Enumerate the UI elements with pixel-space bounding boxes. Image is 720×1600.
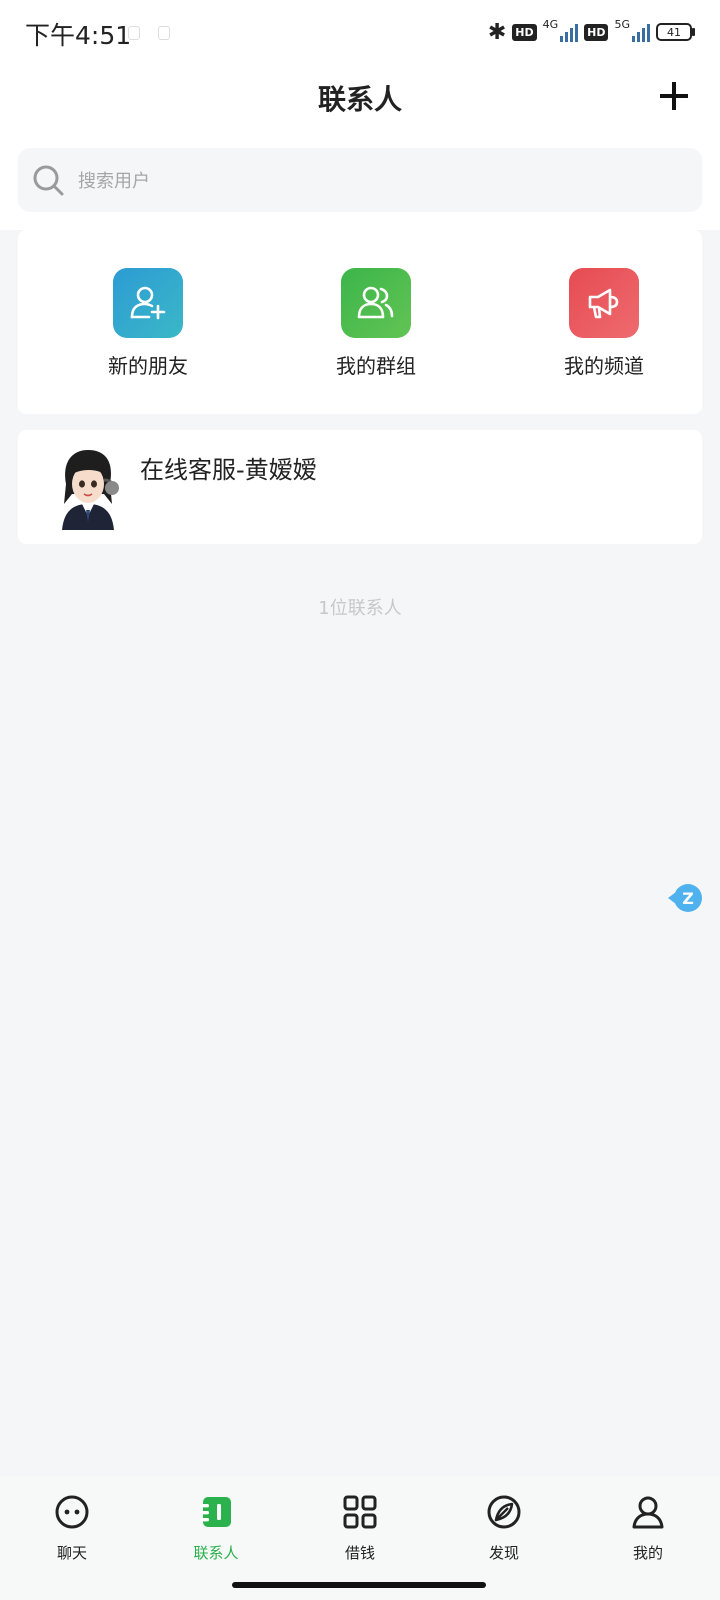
- status-bar: 下午4:51 ✱ HD 4G HD 5G 41: [0, 0, 720, 62]
- contacts-icon: [200, 1497, 231, 1527]
- header: 联系人: [0, 62, 720, 148]
- tab-label: 我的: [632, 1544, 663, 1562]
- megaphone-icon: [569, 268, 639, 338]
- status-time: 下午4:51: [25, 21, 132, 50]
- list-item[interactable]: 在线客服-黄嫒嫒: [18, 430, 702, 544]
- new-friends-button[interactable]: 新的朋友: [78, 268, 218, 379]
- tab-label: 发现: [488, 1544, 519, 1562]
- add-friend-icon: [113, 268, 183, 338]
- quick-actions: 新的朋友 我的群组 我的频道: [18, 230, 702, 414]
- hd-badge: HD: [512, 23, 537, 41]
- group-icon: [341, 268, 411, 338]
- notification-icon: [128, 26, 140, 40]
- search-icon: [33, 165, 64, 196]
- tab-profile[interactable]: 我的: [588, 1492, 708, 1563]
- search-section: [0, 148, 720, 230]
- status-indicators: ✱ HD 4G HD 5G 41: [487, 18, 695, 46]
- hd-badge: HD: [584, 23, 609, 41]
- tab-label: 联系人: [193, 1544, 239, 1562]
- network-label: 5G: [614, 18, 630, 31]
- tab-borrow[interactable]: 借钱: [300, 1492, 420, 1563]
- notification-icon: [158, 26, 170, 40]
- contact-name: 在线客服-黄嫒嫒: [140, 456, 317, 484]
- tab-label: 借钱: [344, 1544, 375, 1562]
- network-label: 4G: [542, 18, 559, 31]
- plus-icon[interactable]: [654, 76, 694, 116]
- signal-icon: [632, 22, 650, 42]
- tab-label: 聊天: [56, 1544, 87, 1562]
- tab-chat[interactable]: 聊天: [12, 1492, 132, 1563]
- search-input[interactable]: [76, 162, 680, 200]
- quick-action-label: 我的群组: [336, 354, 416, 378]
- avatar: [62, 450, 119, 530]
- battery-level: 41: [667, 25, 681, 39]
- signal-icon: [560, 22, 579, 42]
- my-channels-button[interactable]: 我的频道: [534, 268, 674, 379]
- tab-discover[interactable]: 发现: [444, 1492, 564, 1563]
- quick-action-label: 新的朋友: [108, 354, 188, 378]
- grid-icon: [343, 1495, 377, 1529]
- tab-contacts[interactable]: 联系人: [156, 1492, 276, 1563]
- my-groups-button[interactable]: 我的群组: [306, 268, 446, 379]
- floating-z-button[interactable]: Z: [668, 884, 702, 912]
- page-title: 联系人: [317, 83, 402, 116]
- battery-icon: 41: [656, 23, 695, 41]
- home-indicator: [232, 1582, 486, 1588]
- compass-icon: [487, 1495, 521, 1529]
- chat-icon: [55, 1495, 89, 1529]
- bluetooth-icon: ✱: [487, 19, 507, 45]
- profile-icon: [632, 1496, 664, 1529]
- search-bar[interactable]: [18, 148, 702, 212]
- quick-action-label: 我的频道: [564, 354, 644, 378]
- contact-count: 1位联系人: [318, 598, 402, 619]
